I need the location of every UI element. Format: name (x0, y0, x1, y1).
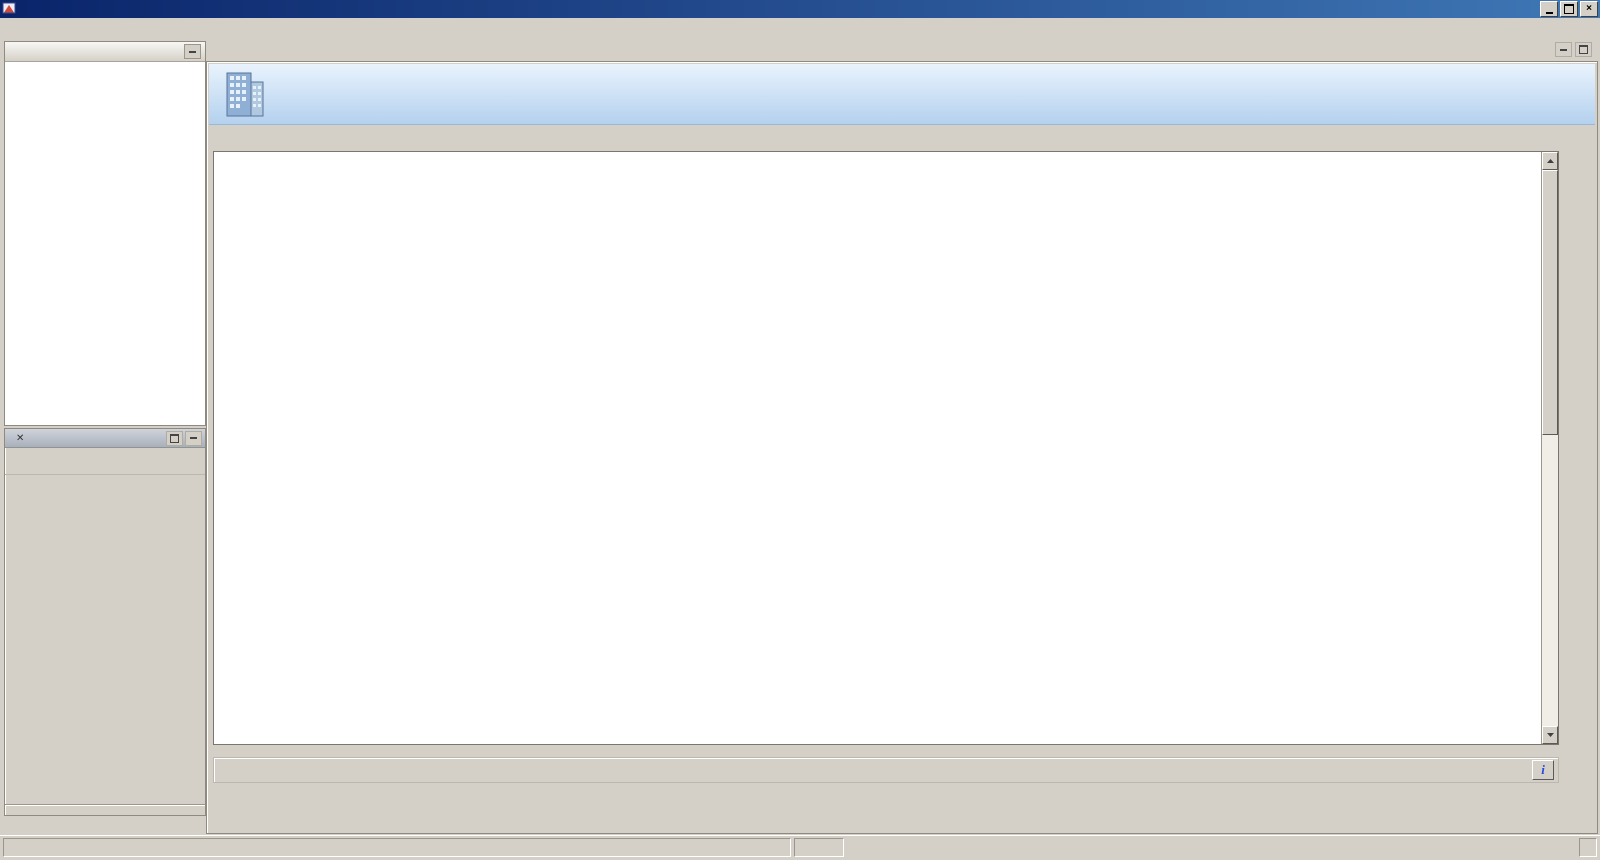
sidebar-tree (5, 62, 205, 66)
mdi-minimize-button[interactable] (1555, 42, 1572, 57)
maximize-icon (1564, 4, 1574, 14)
search-status-line: i (213, 757, 1559, 783)
booking-summary (5, 804, 205, 815)
results-table (213, 151, 1559, 745)
scrollbar-up-button[interactable] (1542, 152, 1558, 170)
main-area: i (206, 37, 1598, 834)
interactive-panel-header (5, 42, 205, 62)
app-icon (2, 1, 16, 18)
booking-contents-panel: ✕ (4, 428, 206, 816)
header-band (209, 64, 1595, 125)
minimize-button[interactable] (1540, 1, 1558, 17)
window-title-bar[interactable]: × (0, 0, 1600, 18)
status-bar (0, 835, 1600, 858)
booking-contents-toolbar (5, 448, 205, 475)
maximize-icon (1579, 45, 1588, 54)
accommodation-search-panel: i (206, 61, 1598, 834)
close-window-button[interactable]: × (1580, 1, 1598, 17)
tab-strip (206, 39, 1598, 61)
scrollbar-down-button[interactable] (1542, 726, 1558, 744)
booking-contents-empty-area (5, 475, 205, 804)
maximize-button[interactable] (1560, 1, 1578, 17)
statusbar-session (794, 838, 844, 857)
booking-contents-close-icon[interactable]: ✕ (14, 433, 26, 444)
collapse-panel-button[interactable] (184, 44, 201, 59)
info-button[interactable]: i (1532, 760, 1554, 780)
booking-contents-header: ✕ (5, 429, 205, 448)
scrollbar-thumb[interactable] (1542, 170, 1558, 435)
booking-contents-collapse-button[interactable] (185, 431, 202, 446)
collapse-icon (189, 51, 196, 53)
minimize-icon (1546, 12, 1553, 14)
mdi-window-buttons (1555, 42, 1598, 61)
restore-icon (170, 434, 179, 443)
close-icon: × (1586, 4, 1592, 14)
statusbar-clock (1579, 838, 1597, 857)
application-window: { "window": { "title": "Interactive - Oc… (0, 0, 1600, 860)
building-icon (223, 70, 267, 121)
mdi-maximize-button[interactable] (1575, 42, 1592, 57)
booking-contents-float-button[interactable] (166, 431, 183, 446)
interactive-panel (4, 41, 206, 426)
scrollbar-track[interactable] (1542, 435, 1558, 726)
menu-bar (0, 18, 1600, 37)
collapse-icon (190, 437, 197, 439)
statusbar-message-area (3, 838, 791, 857)
minimize-icon (1560, 49, 1567, 51)
vertical-scrollbar[interactable] (1541, 152, 1558, 744)
table-body (214, 152, 1541, 744)
